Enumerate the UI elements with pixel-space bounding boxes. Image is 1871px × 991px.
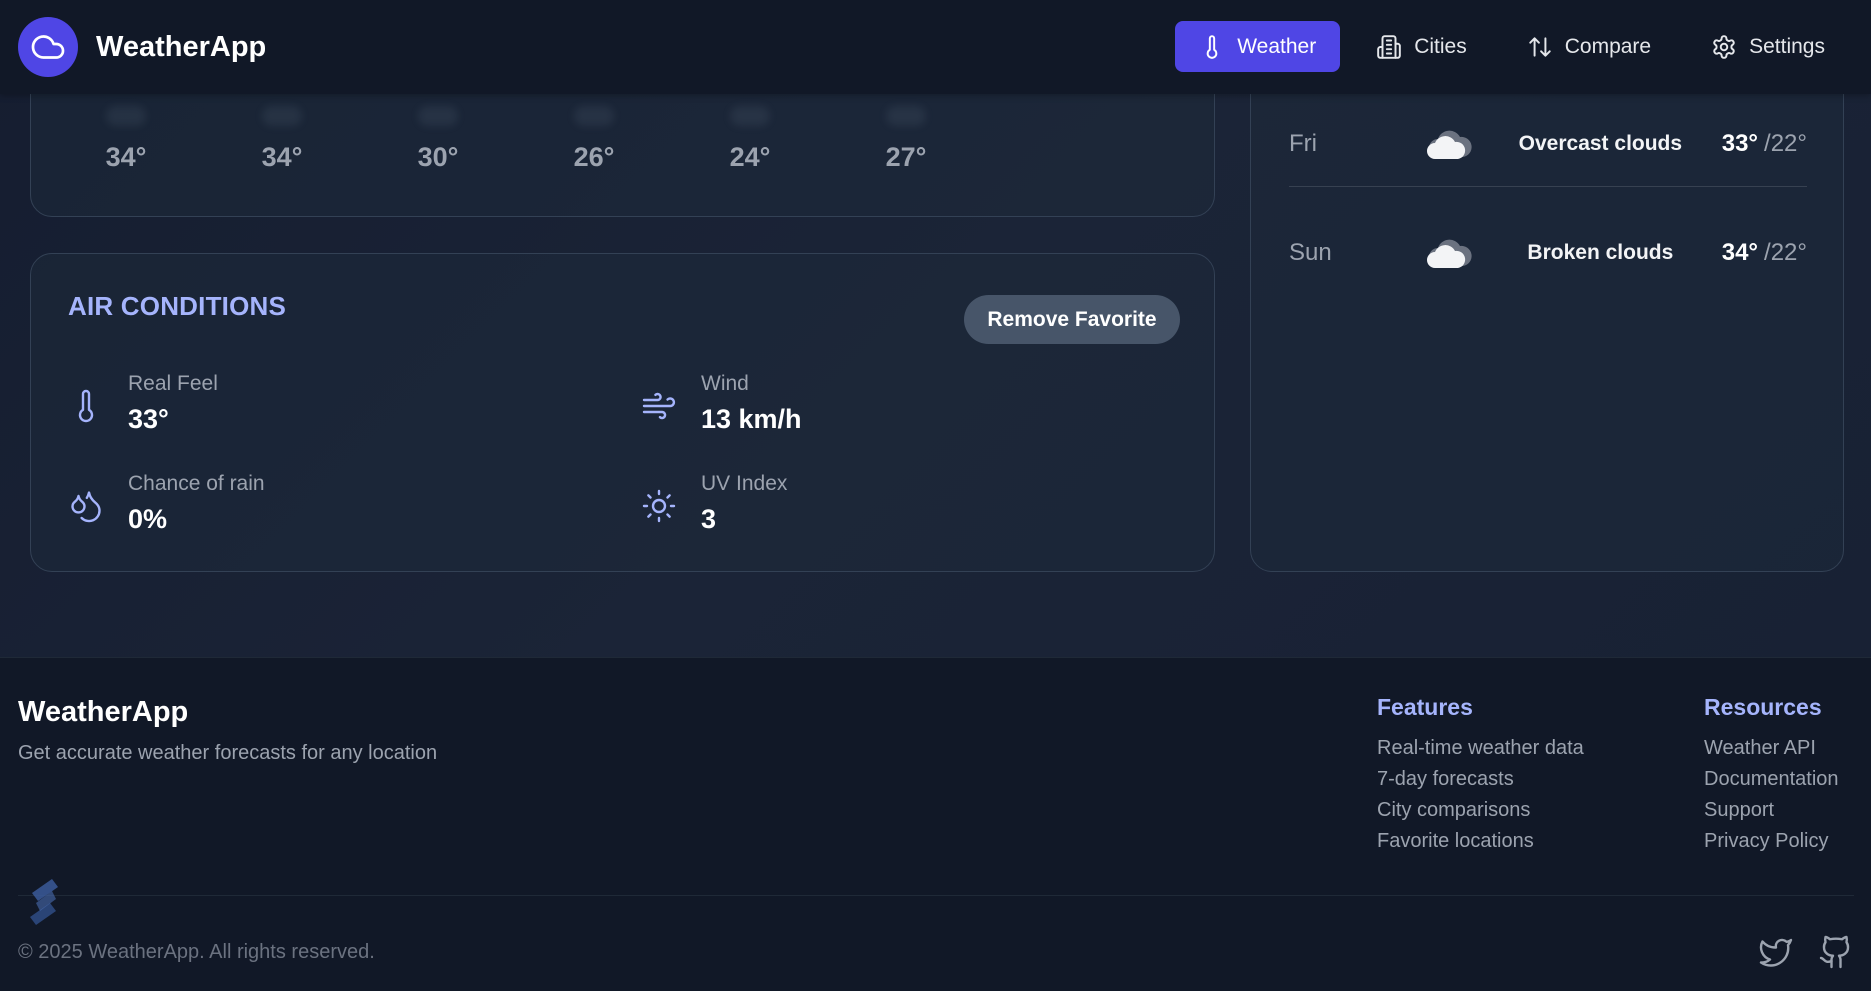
gear-icon bbox=[1713, 34, 1735, 59]
forecast-divider bbox=[1289, 186, 1807, 187]
metric-real-feel: Real Feel 33° bbox=[68, 372, 218, 435]
hourly-icon-6 bbox=[886, 106, 926, 126]
footer-link[interactable]: City comparisons bbox=[1377, 795, 1584, 826]
hourly-icon-3 bbox=[418, 106, 458, 126]
hourly-icon-2 bbox=[262, 106, 302, 126]
footer-features: Features Real-time weather data 7-day fo… bbox=[1377, 694, 1584, 857]
hourly-temp: 34° bbox=[261, 142, 303, 172]
hourly-icon-5 bbox=[730, 106, 770, 126]
footer-link[interactable]: Privacy Policy bbox=[1704, 826, 1839, 857]
app-logo[interactable] bbox=[18, 17, 78, 77]
forecast-low: /22° bbox=[1764, 130, 1807, 157]
daily-forecast-card: Fri Overcast clouds 33° /22° Sun Broken … bbox=[1250, 40, 1844, 572]
app-brand[interactable]: WeatherApp bbox=[96, 31, 266, 64]
footer-link[interactable]: Favorite locations bbox=[1377, 826, 1584, 857]
hourly-temp: 26° bbox=[573, 142, 615, 172]
twitter-icon[interactable] bbox=[1758, 934, 1794, 970]
nav-compare[interactable]: Compare bbox=[1503, 21, 1675, 72]
metric-label: Real Feel bbox=[128, 372, 218, 395]
metric-value: 33° bbox=[128, 404, 169, 434]
building-icon bbox=[1377, 34, 1402, 59]
footer-divider bbox=[18, 895, 1854, 896]
cloud-icon bbox=[31, 35, 65, 59]
cloud-icon bbox=[1419, 236, 1479, 270]
footer-link[interactable]: Weather API bbox=[1704, 733, 1839, 764]
top-header: WeatherApp Weather Cities Compare Settin… bbox=[0, 0, 1871, 94]
arrows-up-down-icon bbox=[1529, 36, 1551, 57]
forecast-low: /22° bbox=[1764, 239, 1807, 266]
github-icon[interactable] bbox=[1818, 934, 1854, 970]
forecast-day: Fri bbox=[1289, 130, 1317, 157]
metric-wind: Wind 13 km/h bbox=[641, 372, 802, 435]
forecast-high: 34° bbox=[1721, 239, 1759, 266]
forecast-description: Broken clouds bbox=[1527, 241, 1674, 264]
nav-label: Compare bbox=[1564, 34, 1652, 58]
metric-uv-index: UV Index 3 bbox=[641, 472, 787, 535]
metric-value: 13 km/h bbox=[701, 404, 802, 434]
cloud-icon bbox=[1419, 127, 1479, 161]
footer-features-title: Features bbox=[1377, 694, 1473, 720]
metric-value: 0% bbox=[128, 504, 168, 534]
thermometer-icon bbox=[78, 389, 94, 423]
forecast-description: Overcast clouds bbox=[1518, 132, 1683, 155]
hourly-temp: 27° bbox=[885, 142, 927, 172]
hourly-temp: 34° bbox=[105, 142, 147, 172]
forecast-day: Sun bbox=[1289, 239, 1332, 266]
footer-resources: Resources Weather API Documentation Supp… bbox=[1704, 694, 1839, 857]
nav-label: Settings bbox=[1749, 34, 1825, 58]
forecast-row: Fri Overcast clouds 33° /22° bbox=[1289, 114, 1807, 174]
page-footer: WeatherApp Get accurate weather forecast… bbox=[0, 657, 1871, 991]
metric-value: 3 bbox=[701, 504, 717, 534]
metric-label: Wind bbox=[701, 372, 749, 395]
nav-label: Weather bbox=[1237, 34, 1317, 58]
nav-cities[interactable]: Cities bbox=[1352, 21, 1491, 72]
main-nav: Weather Cities Compare Settings bbox=[1175, 21, 1849, 72]
remove-favorite-button[interactable]: Remove Favorite bbox=[964, 295, 1180, 344]
nav-weather[interactable]: Weather bbox=[1175, 21, 1341, 72]
footer-link[interactable]: Documentation bbox=[1704, 764, 1839, 795]
wind-icon bbox=[642, 392, 676, 420]
forecast-high: 33° bbox=[1721, 130, 1759, 157]
thermometer-icon bbox=[1206, 34, 1218, 59]
hourly-temp: 24° bbox=[729, 142, 771, 172]
footer-copyright: © 2025 WeatherApp. All rights reserved. bbox=[18, 941, 375, 963]
metric-chance-of-rain: Chance of rain 0% bbox=[68, 472, 265, 535]
air-conditions-title: AIR CONDITIONS bbox=[68, 291, 287, 321]
footer-link[interactable]: Support bbox=[1704, 795, 1839, 826]
air-conditions-card: AIR CONDITIONS Remove Favorite Real Feel… bbox=[30, 253, 1215, 572]
metric-label: UV Index bbox=[701, 472, 788, 495]
nav-label: Cities bbox=[1414, 34, 1467, 58]
footer-link[interactable]: Real-time weather data bbox=[1377, 733, 1584, 764]
floating-badge-icon[interactable] bbox=[22, 877, 66, 929]
footer-resources-title: Resources bbox=[1704, 694, 1822, 720]
footer-tagline: Get accurate weather forecasts for any l… bbox=[18, 742, 438, 764]
droplets-icon bbox=[71, 491, 101, 523]
hourly-icon-1 bbox=[106, 106, 146, 126]
forecast-row: Sun Broken clouds 34° /22° bbox=[1289, 223, 1807, 283]
sun-icon bbox=[642, 489, 676, 523]
hourly-icon-4 bbox=[574, 106, 614, 126]
footer-brand: WeatherApp bbox=[18, 696, 189, 728]
metric-label: Chance of rain bbox=[128, 472, 265, 495]
hourly-temp: 30° bbox=[417, 142, 459, 172]
footer-link[interactable]: 7-day forecasts bbox=[1377, 764, 1584, 795]
nav-settings[interactable]: Settings bbox=[1687, 21, 1849, 72]
